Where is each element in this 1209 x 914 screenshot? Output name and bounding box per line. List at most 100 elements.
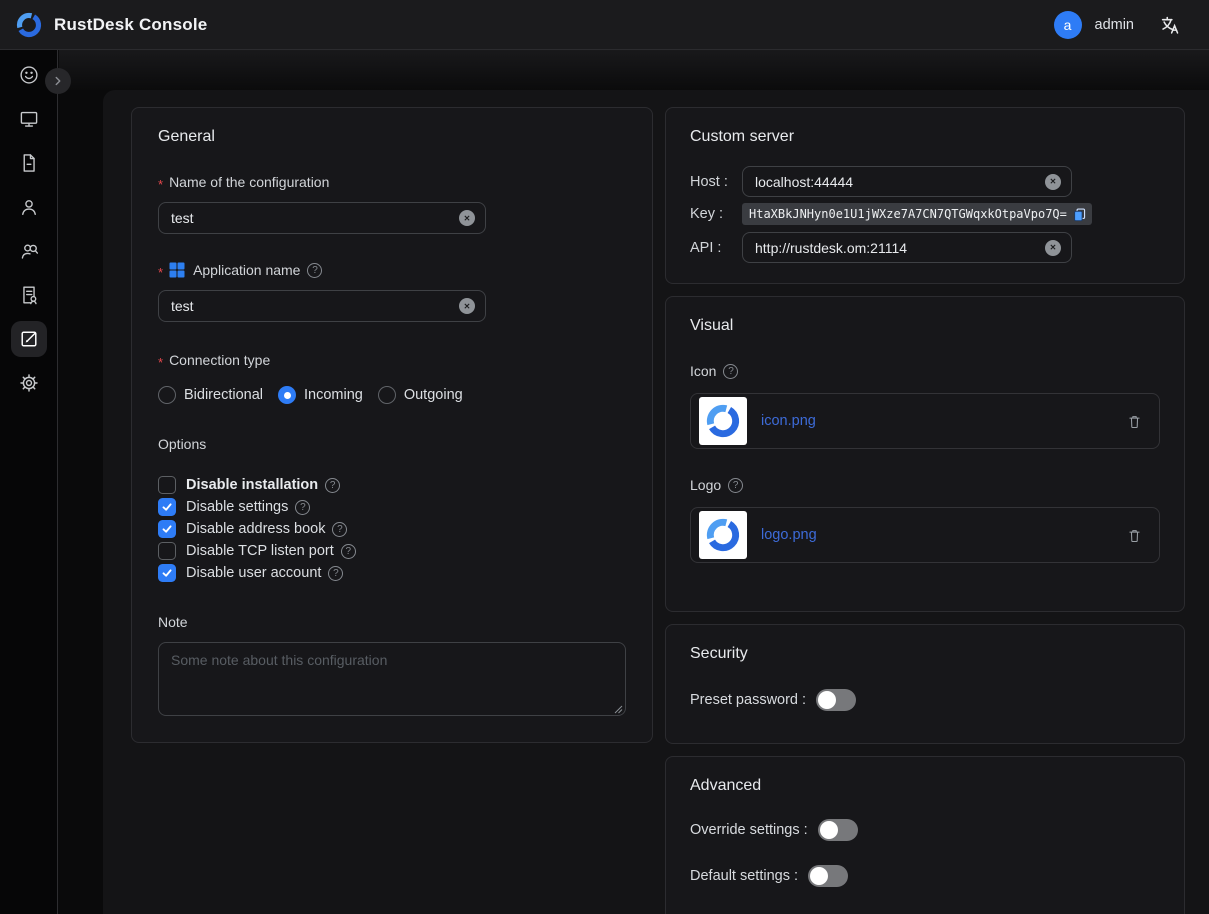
help-icon[interactable] <box>295 500 310 515</box>
help-icon[interactable] <box>328 566 343 581</box>
user-search-icon <box>18 240 40 262</box>
name-input[interactable] <box>159 210 459 226</box>
document-search-icon <box>18 284 40 306</box>
override-settings-toggle[interactable] <box>818 819 858 841</box>
clear-icon[interactable] <box>1045 240 1061 256</box>
sidebar-item-sessions[interactable] <box>11 145 47 181</box>
option-disable-installation: Disable installation <box>158 474 626 496</box>
radio-label: Incoming <box>304 387 363 403</box>
help-icon[interactable] <box>307 263 322 278</box>
options-label: Options <box>158 434 626 454</box>
clear-icon[interactable] <box>459 298 475 314</box>
translate-icon[interactable] <box>1159 14 1181 36</box>
main-content: General Name of the configuration Applic… <box>103 90 1209 914</box>
default-settings-label: Default settings : <box>690 868 798 884</box>
avatar[interactable]: a <box>1054 11 1082 39</box>
sidebar-item-audit[interactable] <box>11 277 47 313</box>
checkbox-disable-tcp-listen-port[interactable] <box>158 542 176 560</box>
monitor-icon <box>18 108 40 130</box>
radio-button[interactable] <box>158 386 176 404</box>
username[interactable]: admin <box>1095 17 1135 33</box>
radio-bidirectional[interactable]: Bidirectional <box>158 386 263 404</box>
option-label: Disable settings <box>186 499 288 515</box>
smiley-icon <box>18 64 40 86</box>
override-settings-row: Override settings : <box>690 817 1160 843</box>
api-input-wrapper <box>742 232 1072 263</box>
user-icon <box>18 196 40 218</box>
help-icon[interactable] <box>332 522 347 537</box>
checkbox-disable-user-account[interactable] <box>158 564 176 582</box>
sidebar-item-users[interactable] <box>11 189 47 225</box>
api-label: API : <box>690 240 742 256</box>
radio-button[interactable] <box>278 386 296 404</box>
icon-file-row: icon.png <box>690 393 1160 449</box>
document-icon <box>18 152 40 174</box>
logo-label-row: Logo <box>690 475 1160 495</box>
icon-label: Icon <box>690 363 716 379</box>
general-card: General Name of the configuration Applic… <box>131 107 653 743</box>
option-disable-address-book: Disable address book <box>158 518 626 540</box>
clear-icon[interactable] <box>1045 174 1061 190</box>
key-row: Key : HtaXBkJNHyn0e1U1jWXze7A7CN7QTGWqxk… <box>690 203 1160 225</box>
host-input[interactable] <box>743 174 1045 190</box>
right-column: Custom server Host : Key : HtaXBkJNHyn0e… <box>665 107 1185 914</box>
security-title: Security <box>690 645 1160 665</box>
default-settings-row: Default settings : <box>690 863 1160 889</box>
preset-password-toggle[interactable] <box>816 689 856 711</box>
option-disable-tcp-listen-port: Disable TCP listen port <box>158 540 626 562</box>
api-row: API : <box>690 232 1160 263</box>
icon-label-row: Icon <box>690 361 1160 381</box>
custom-server-title: Custom server <box>690 128 1160 148</box>
preset-password-label: Preset password : <box>690 692 806 708</box>
visual-title: Visual <box>690 317 1160 337</box>
sidebar-item-dashboard[interactable] <box>11 57 47 93</box>
rustdesk-logo-icon <box>14 10 44 40</box>
connection-type-radio-group: Bidirectional Incoming Outgoing <box>158 386 626 404</box>
option-label: Disable installation <box>186 477 318 493</box>
custom-server-card: Custom server Host : Key : HtaXBkJNHyn0e… <box>665 107 1185 284</box>
copy-icon[interactable] <box>1072 207 1087 222</box>
trash-icon[interactable] <box>1126 413 1143 430</box>
radio-incoming[interactable]: Incoming <box>278 386 363 404</box>
note-textarea[interactable] <box>158 642 626 716</box>
radio-button[interactable] <box>378 386 396 404</box>
api-input[interactable] <box>743 240 1045 256</box>
sidebar-collapse-button[interactable] <box>45 68 71 94</box>
default-settings-toggle[interactable] <box>808 865 848 887</box>
sidebar <box>0 50 58 914</box>
logo-label: Logo <box>690 477 721 493</box>
chevron-right-icon <box>51 74 65 88</box>
logo-thumbnail <box>699 511 747 559</box>
help-icon[interactable] <box>723 364 738 379</box>
host-label: Host : <box>690 174 742 190</box>
sidebar-item-devices[interactable] <box>11 101 47 137</box>
note-label: Note <box>158 612 626 632</box>
help-icon[interactable] <box>341 544 356 559</box>
application-name-label: Application name <box>193 262 300 278</box>
visual-card: Visual Icon icon.png <box>665 296 1185 612</box>
logo-file-link[interactable]: logo.png <box>761 527 817 543</box>
help-icon[interactable] <box>728 478 743 493</box>
logo-file-row: logo.png <box>690 507 1160 563</box>
header: RustDesk Console a admin <box>0 0 1209 50</box>
help-icon[interactable] <box>325 478 340 493</box>
icon-file-link[interactable]: icon.png <box>761 413 816 429</box>
trash-icon[interactable] <box>1126 527 1143 544</box>
host-input-wrapper <box>742 166 1072 197</box>
edit-icon <box>18 328 40 350</box>
sidebar-item-groups[interactable] <box>11 233 47 269</box>
checkbox-disable-settings[interactable] <box>158 498 176 516</box>
app-title: RustDesk Console <box>54 15 207 35</box>
app-name-input[interactable] <box>159 298 459 314</box>
option-label: Disable user account <box>186 565 321 581</box>
option-label: Disable address book <box>186 521 325 537</box>
sidebar-item-custom-client[interactable] <box>11 321 47 357</box>
override-settings-label: Override settings : <box>690 822 808 838</box>
key-value-box: HtaXBkJNHyn0e1U1jWXze7A7CN7QTGWqxkOtpaVp… <box>742 203 1092 225</box>
checkbox-disable-installation[interactable] <box>158 476 176 494</box>
advanced-title: Advanced <box>690 777 1160 797</box>
checkbox-disable-address-book[interactable] <box>158 520 176 538</box>
radio-outgoing[interactable]: Outgoing <box>378 386 463 404</box>
clear-icon[interactable] <box>459 210 475 226</box>
sidebar-item-settings[interactable] <box>11 365 47 401</box>
